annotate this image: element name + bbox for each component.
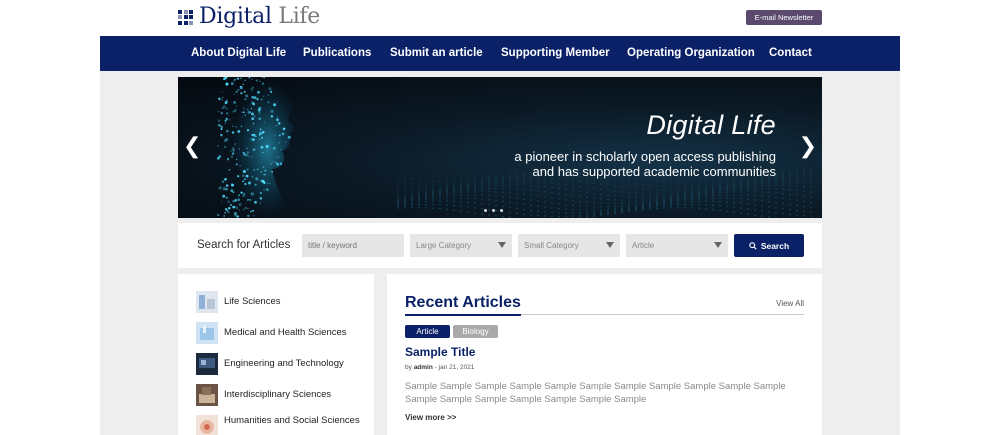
carousel-dots xyxy=(484,209,503,212)
view-more-link[interactable]: View more >> xyxy=(405,413,456,422)
category-label: Engineering and Technology xyxy=(224,358,344,369)
chevron-right-icon[interactable]: ❯ xyxy=(799,135,817,157)
logo-mark-icon xyxy=(178,9,193,25)
category-life-sciences[interactable]: Life Sciences xyxy=(196,291,374,313)
top-bar: Digital Life E-mail Newsletter xyxy=(0,0,1000,36)
life-sciences-thumbnail xyxy=(196,291,218,313)
article-excerpt: Sample Sample Sample Sample Sample Sampl… xyxy=(405,381,786,405)
small-category-value: Small Category xyxy=(524,241,579,250)
type-select[interactable]: Article xyxy=(626,234,728,257)
logo-primary: Digital xyxy=(199,4,272,29)
nav-item-about[interactable]: About Digital Life xyxy=(191,47,286,59)
carousel-dot[interactable] xyxy=(484,209,487,212)
category-label: Medical and Health Sciences xyxy=(224,327,347,338)
hero-subtitle-line-2: and has supported academic communities xyxy=(532,164,776,179)
engineering-thumbnail xyxy=(196,353,218,375)
category-label: Life Sciences xyxy=(224,296,281,307)
carousel-dot[interactable] xyxy=(500,209,503,212)
hero-digital-face-image xyxy=(216,77,812,218)
page: Digital Life E-mail Newsletter About Dig… xyxy=(0,0,1000,435)
main-nav: About Digital Life Publications Submit a… xyxy=(100,36,900,71)
byline-author: admin xyxy=(413,364,433,371)
caret-down-icon xyxy=(606,242,614,248)
search-label: Search for Articles xyxy=(197,239,291,251)
caret-down-icon xyxy=(498,242,506,248)
carousel-dot[interactable] xyxy=(492,209,495,212)
tag-biology[interactable]: Biology xyxy=(453,325,498,338)
hero-carousel[interactable]: ❮ ❯ Digital Life a pioneer in scholarly … xyxy=(178,77,822,218)
nav-item-submit[interactable]: Submit an article xyxy=(390,47,483,59)
large-category-value: Large Category xyxy=(416,241,472,250)
category-engineering[interactable]: Engineering and Technology xyxy=(196,353,374,375)
keyword-input[interactable] xyxy=(308,241,404,250)
title-underline xyxy=(405,314,521,316)
medical-health-thumbnail xyxy=(196,322,218,344)
category-sidebar: Life Sciences Medical and Health Science… xyxy=(178,274,374,435)
view-all-link[interactable]: View All xyxy=(776,299,804,308)
category-label: Humanities and Social Sciences xyxy=(224,415,360,426)
large-category-select[interactable]: Large Category xyxy=(410,234,512,257)
hero-subtitle: a pioneer in scholarly open access publi… xyxy=(514,149,776,179)
category-label: Interdisciplinary Sciences xyxy=(224,389,332,400)
type-value: Article xyxy=(632,241,655,250)
caret-down-icon xyxy=(714,242,722,248)
nav-item-contact[interactable]: Contact xyxy=(769,47,812,59)
byline-date: - jan 21, 2021 xyxy=(434,364,475,371)
logo-secondary: Life xyxy=(278,4,320,29)
category-interdisciplinary[interactable]: Interdisciplinary Sciences xyxy=(196,384,374,406)
hero-subtitle-line-1: a pioneer in scholarly open access publi… xyxy=(514,149,776,164)
small-category-select[interactable]: Small Category xyxy=(518,234,620,257)
nav-item-supporting-member[interactable]: Supporting Member xyxy=(501,47,610,59)
chevron-left-icon[interactable]: ❮ xyxy=(183,135,201,157)
category-medical-health[interactable]: Medical and Health Sciences xyxy=(196,322,374,344)
byline-prefix: by xyxy=(405,364,412,371)
hero-title: Digital Life xyxy=(646,110,776,140)
article-byline: by admin - jan 21, 2021 xyxy=(405,364,474,371)
search-button[interactable]: Search xyxy=(734,234,804,257)
humanities-social-thumbnail xyxy=(196,415,218,435)
category-humanities-social[interactable]: Humanities and Social Sciences xyxy=(196,415,374,435)
recent-articles-title: Recent Articles xyxy=(405,294,521,311)
logo-text: Digital Life xyxy=(199,4,320,30)
article-search-bar: Search for Articles Large Category Small… xyxy=(178,223,822,268)
tag-article[interactable]: Article xyxy=(405,325,450,338)
article-title-link[interactable]: Sample Title xyxy=(405,345,475,359)
nav-item-publications[interactable]: Publications xyxy=(303,47,371,59)
search-button-label: Search xyxy=(760,240,790,251)
newsletter-button[interactable]: E-mail Newsletter xyxy=(746,10,822,25)
nav-item-operating-organization[interactable]: Operating Organization xyxy=(627,47,755,59)
site-logo[interactable]: Digital Life xyxy=(178,4,320,30)
recent-articles-panel: Recent Articles View All Article Biology… xyxy=(387,274,822,435)
interdisciplinary-thumbnail xyxy=(196,384,218,406)
keyword-field[interactable] xyxy=(302,234,404,257)
search-icon xyxy=(749,241,757,250)
